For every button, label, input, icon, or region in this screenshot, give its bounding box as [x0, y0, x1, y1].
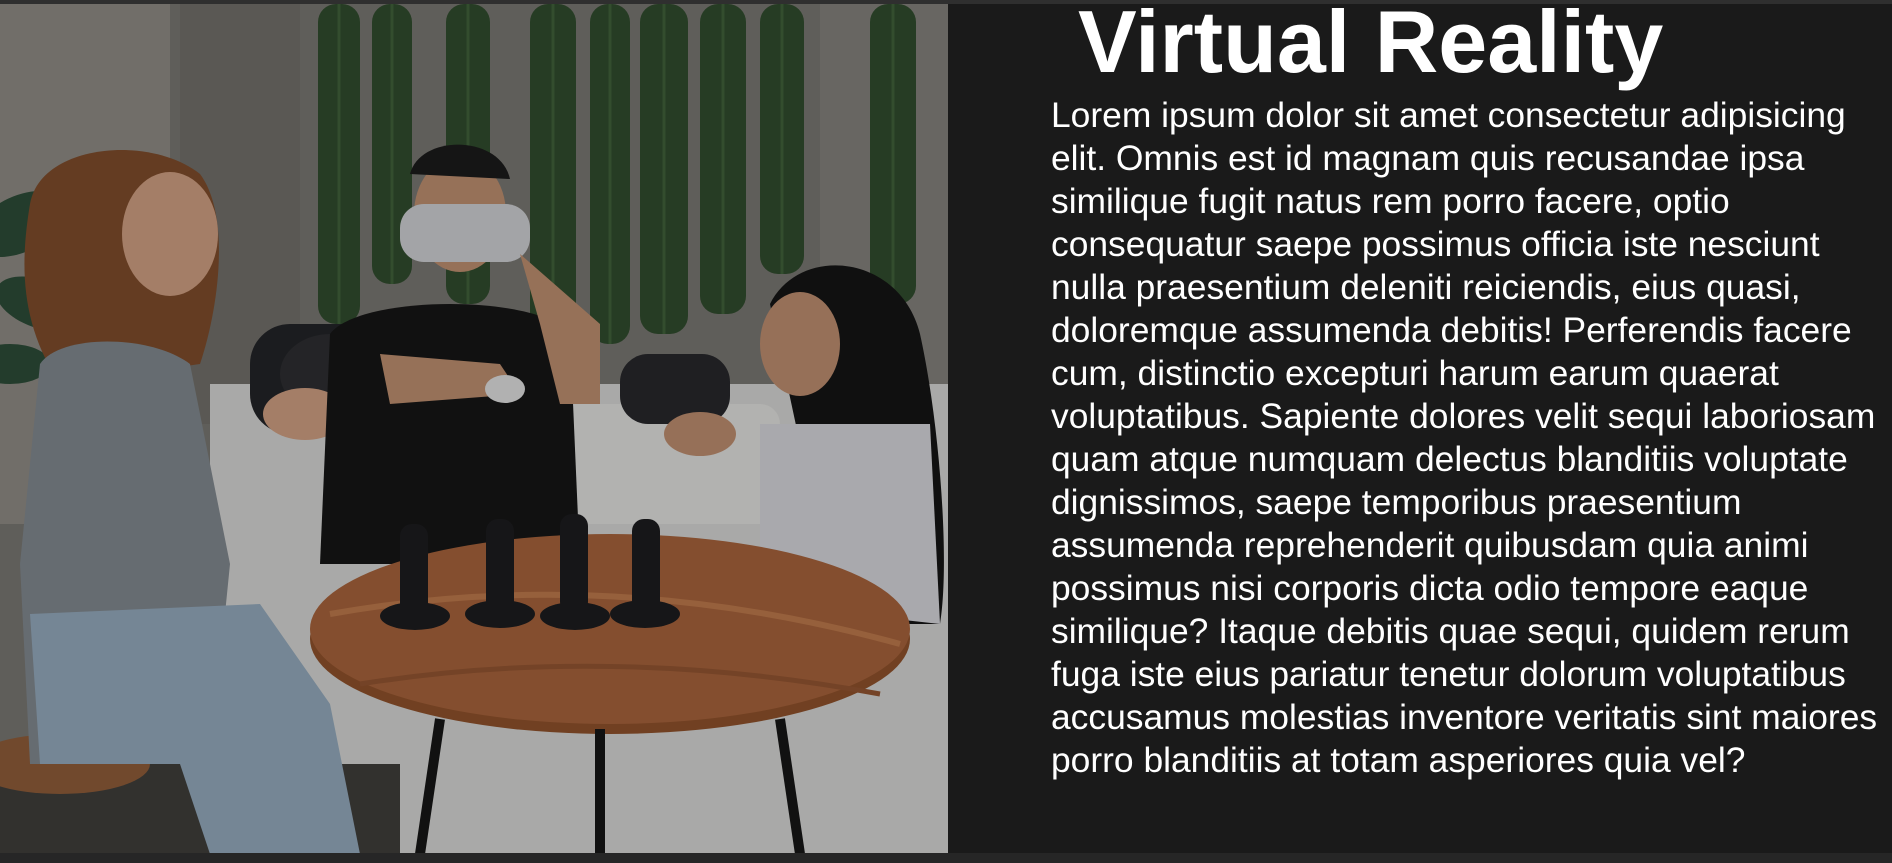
vr-group-photo-icon — [0, 4, 948, 854]
page: Virtual Reality Lorem ipsum dolor sit am… — [0, 0, 1892, 863]
hero-image — [0, 4, 948, 854]
page-title: Virtual Reality — [1078, 0, 1664, 91]
article-body: Lorem ipsum dolor sit amet consectetur a… — [1051, 95, 1878, 780]
bottom-border — [0, 853, 1892, 863]
article: Virtual Reality Lorem ipsum dolor sit am… — [948, 0, 1892, 853]
